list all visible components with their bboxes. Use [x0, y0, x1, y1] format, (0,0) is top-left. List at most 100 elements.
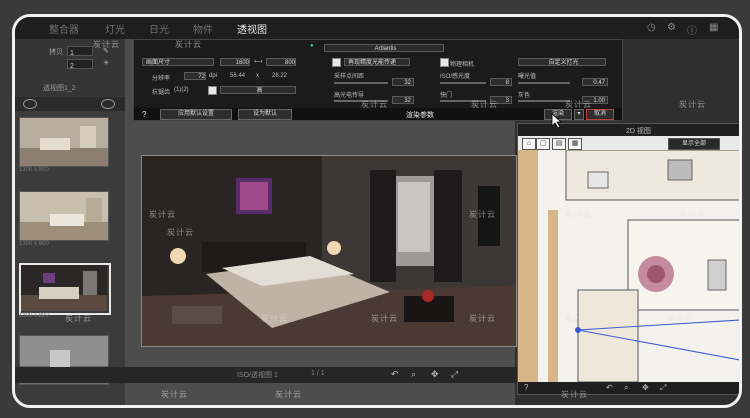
watermark: 炭计云: [679, 100, 706, 109]
watermark: 炭计云: [565, 210, 592, 219]
watermark: 炭计云: [471, 100, 498, 109]
thumbnail-caption: 1300 x 800: [19, 167, 49, 173]
resolution-label: 分辨率: [152, 76, 171, 82]
dialog-title: 渲染参数: [406, 112, 434, 119]
thumbnail-3-selected[interactable]: [19, 263, 111, 315]
bedroom-render-image: [142, 156, 516, 346]
quality-select[interactable]: 高: [220, 86, 296, 94]
eye-icon[interactable]: [101, 99, 115, 109]
watermark: 炭计云: [65, 314, 92, 323]
layout-icon[interactable]: ▤: [552, 138, 566, 150]
move-icon[interactable]: ✥: [642, 383, 649, 392]
zoom-icon[interactable]: ⌕: [624, 383, 628, 393]
physical-camera-checkbox[interactable]: [440, 58, 449, 67]
apply-default-button[interactable]: 应用默认设置: [160, 109, 232, 120]
thumbnail-toolbar: [15, 97, 125, 111]
second-field[interactable]: 2: [67, 59, 93, 70]
sampling-input[interactable]: 32: [392, 78, 414, 86]
display-dropdown[interactable]: 显示全部: [668, 138, 720, 150]
clock-icon[interactable]: ◷: [647, 22, 656, 33]
watermark: 炭计云: [667, 314, 694, 323]
grid-icon[interactable]: ▦: [568, 138, 582, 150]
2d-view-title: 2D 视图: [626, 128, 651, 135]
copy-field-value: 1: [70, 50, 74, 57]
preset-select[interactable]: 自定义打光: [518, 58, 606, 66]
dimension-height: 28.22: [272, 73, 288, 79]
floor-plan-drawing[interactable]: [518, 150, 740, 382]
undo-icon[interactable]: ↶: [606, 383, 613, 392]
dark-bedroom-thumb: [21, 265, 107, 311]
2d-view-panel: 2D 视图 ⌂ ▢ ▤ ▦ 显示全部 ? ↶ ⌕ ✥ ⤢: [517, 123, 740, 395]
render-preview[interactable]: [141, 155, 517, 347]
bedroom-thumb: [20, 192, 108, 240]
gamma-slider[interactable]: [518, 100, 570, 102]
tab-sunlight[interactable]: 日光: [149, 21, 169, 36]
help-icon[interactable]: ?: [142, 110, 146, 119]
render-mode-checkbox[interactable]: [332, 58, 341, 67]
watermark: 炭计云: [561, 390, 588, 399]
optimize-label: (1)(2): [174, 87, 189, 93]
help-icon[interactable]: ?: [524, 383, 528, 392]
cancel-button[interactable]: 取消: [586, 109, 614, 120]
eye-icon[interactable]: [23, 99, 37, 109]
second-field-value: 2: [70, 63, 74, 70]
info-icon[interactable]: ⓘ: [687, 22, 697, 37]
antialias-checkbox[interactable]: [208, 86, 217, 95]
render-mode-select[interactable]: 再现精度光能传递: [344, 58, 410, 66]
watermark: 炭计云: [275, 390, 302, 399]
iso-slider[interactable]: [440, 82, 486, 84]
2d-view-toolbar: ⌂ ▢ ▤ ▦ 显示全部: [518, 136, 739, 150]
status-dot-icon: ●: [310, 43, 314, 49]
move-icon[interactable]: ✥: [431, 369, 439, 380]
exposure-slider[interactable]: [518, 82, 570, 84]
copy-field[interactable]: 1: [67, 46, 93, 57]
tab-integrator[interactable]: 整合器: [49, 21, 79, 36]
settings-icon[interactable]: ⚙: [667, 22, 676, 33]
plan-icon[interactable]: ▢: [536, 138, 550, 150]
undo-icon[interactable]: ↶: [391, 369, 399, 380]
thumbnail-caption: 1300 x 800: [19, 241, 49, 247]
watermark: 炭计云: [361, 100, 388, 109]
tab-perspective[interactable]: 透视图: [237, 21, 267, 36]
engine-select[interactable]: Artlantis: [324, 44, 444, 52]
watermark: 炭计云: [565, 100, 592, 109]
expand-icon[interactable]: ⤢: [451, 369, 458, 380]
home-icon[interactable]: ⌂: [522, 138, 536, 150]
watermark: 炭计云: [469, 210, 496, 219]
render-menu-button[interactable]: ▾: [574, 109, 584, 120]
iso-label: ISO/感光度: [440, 74, 471, 80]
highlight-input[interactable]: 32: [392, 96, 414, 104]
physical-camera-label: 物理相机: [450, 62, 475, 68]
grid-icon[interactable]: ▦: [709, 22, 718, 33]
expand-icon[interactable]: ⤢: [660, 383, 666, 393]
exposure-label: 曝光值: [518, 74, 537, 80]
width-input[interactable]: 1600: [220, 58, 250, 66]
dimension-separator: x: [256, 73, 259, 79]
tab-lights[interactable]: 灯光: [105, 21, 125, 36]
highlight-label: 高光电传导: [334, 93, 365, 99]
bulb-icon[interactable]: ☀: [103, 59, 109, 67]
living-room-thumb: [20, 118, 108, 166]
2d-view-footer: ? ↶ ⌕ ✥ ⤢: [518, 382, 739, 394]
tab-objects[interactable]: 物件: [193, 21, 213, 36]
zoom-icon[interactable]: ⌕: [411, 369, 416, 380]
thumbnail-1[interactable]: [19, 117, 109, 167]
image-size-select[interactable]: 画面尺寸: [142, 58, 214, 66]
cursor-arrow-icon: [551, 113, 563, 129]
thumbnail-2[interactable]: [19, 191, 109, 241]
page-indicator: 1 / 1: [311, 370, 325, 377]
height-input[interactable]: 800: [266, 58, 296, 66]
watermark: 炭计云: [149, 210, 176, 219]
link-icon[interactable]: ⟷: [254, 58, 263, 65]
resolution-unit: dpi: [209, 73, 218, 79]
iso-input[interactable]: 8: [490, 78, 512, 86]
sampling-label: 采样点间距: [334, 74, 365, 80]
watermark: 炭计云: [93, 40, 120, 49]
perspective-list-panel: 拷贝 1 2 ✎ ☀ 透视图1_2 1300 x 800 1300 x 800 …: [15, 39, 125, 405]
sampling-slider[interactable]: [334, 82, 388, 84]
resolution-input[interactable]: 72: [184, 72, 206, 80]
exposure-input[interactable]: 0.47: [582, 78, 608, 86]
view-indicator: ISO/透视图 1: [237, 372, 278, 379]
watermark: 炭计云: [175, 40, 202, 49]
set-default-button[interactable]: 设为默认: [238, 109, 292, 120]
